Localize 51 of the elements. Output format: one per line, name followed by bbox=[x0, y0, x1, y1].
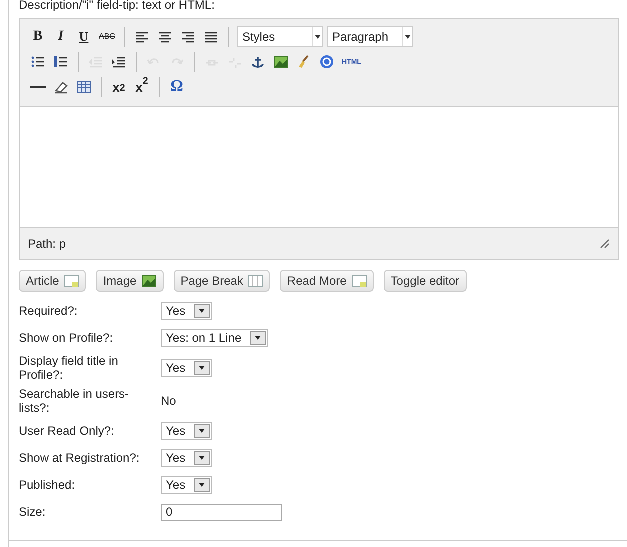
field-label: Searchable in users-lists?: bbox=[19, 387, 130, 415]
caret-icon bbox=[198, 429, 205, 433]
format-dropdown[interactable]: Paragraph bbox=[327, 26, 414, 47]
strikethrough-button[interactable]: ABC bbox=[97, 26, 118, 46]
field-heading: Description/"i" field-tip: text or HTML: bbox=[19, 0, 216, 14]
table-icon bbox=[76, 79, 92, 95]
field-label: User Read Only?: bbox=[19, 423, 116, 440]
editor-button[interactable]: Toggle editor bbox=[384, 270, 467, 292]
caret-icon bbox=[404, 34, 411, 38]
script-button[interactable]: x$^{2}$ bbox=[132, 77, 152, 97]
format-dropdown[interactable]: Styles bbox=[237, 26, 324, 47]
caret-icon bbox=[254, 336, 261, 340]
underline-button[interactable]: U bbox=[74, 26, 94, 46]
dropdown[interactable]: Yes bbox=[161, 302, 212, 320]
numbered-list-icon bbox=[53, 54, 69, 70]
caret-icon bbox=[198, 366, 205, 370]
field-label: Display field title in Profile?: bbox=[19, 354, 120, 382]
editor-button[interactable]: Page Break bbox=[174, 270, 270, 292]
page-break-icon bbox=[247, 273, 264, 289]
image-icon bbox=[140, 273, 157, 289]
editor-button[interactable]: Article bbox=[19, 270, 86, 292]
anchor-icon bbox=[250, 54, 266, 70]
field-label: Published: bbox=[19, 477, 76, 494]
dropdown[interactable]: Yes bbox=[161, 359, 212, 377]
document-icon bbox=[350, 273, 367, 289]
help-icon bbox=[319, 54, 335, 70]
italic-button[interactable]: I bbox=[51, 26, 71, 46]
dropdown[interactable]: Yes bbox=[161, 476, 212, 494]
element-path: Path: p bbox=[28, 236, 66, 252]
field-value: No bbox=[161, 393, 176, 410]
caret-icon bbox=[198, 456, 205, 460]
dropdown[interactable]: Yes bbox=[161, 449, 212, 467]
dropdown[interactable]: Yes: on 1 Line bbox=[161, 329, 268, 347]
special-character-button[interactable]: Ω bbox=[167, 77, 187, 97]
field-label: Show on Profile?: bbox=[19, 330, 114, 347]
bold-button[interactable]: B bbox=[28, 26, 48, 46]
editor-button[interactable]: Read More bbox=[280, 270, 374, 292]
dropdown[interactable]: Yes bbox=[161, 422, 212, 440]
bulleted-list-icon bbox=[30, 54, 46, 70]
caret-icon bbox=[198, 483, 205, 487]
image-icon bbox=[273, 54, 289, 70]
input-field[interactable]: 0 bbox=[161, 504, 282, 520]
editor-button[interactable]: Image bbox=[96, 270, 164, 292]
caret-icon bbox=[314, 34, 321, 38]
field-label: Size: bbox=[19, 504, 47, 521]
document-icon bbox=[63, 273, 80, 289]
horizontal-rule-icon bbox=[30, 86, 46, 88]
field-label: Show at Registration?: bbox=[19, 450, 141, 467]
field-label: Required?: bbox=[19, 303, 79, 320]
resize-handle-icon[interactable] bbox=[600, 238, 610, 248]
caret-icon bbox=[198, 309, 205, 313]
